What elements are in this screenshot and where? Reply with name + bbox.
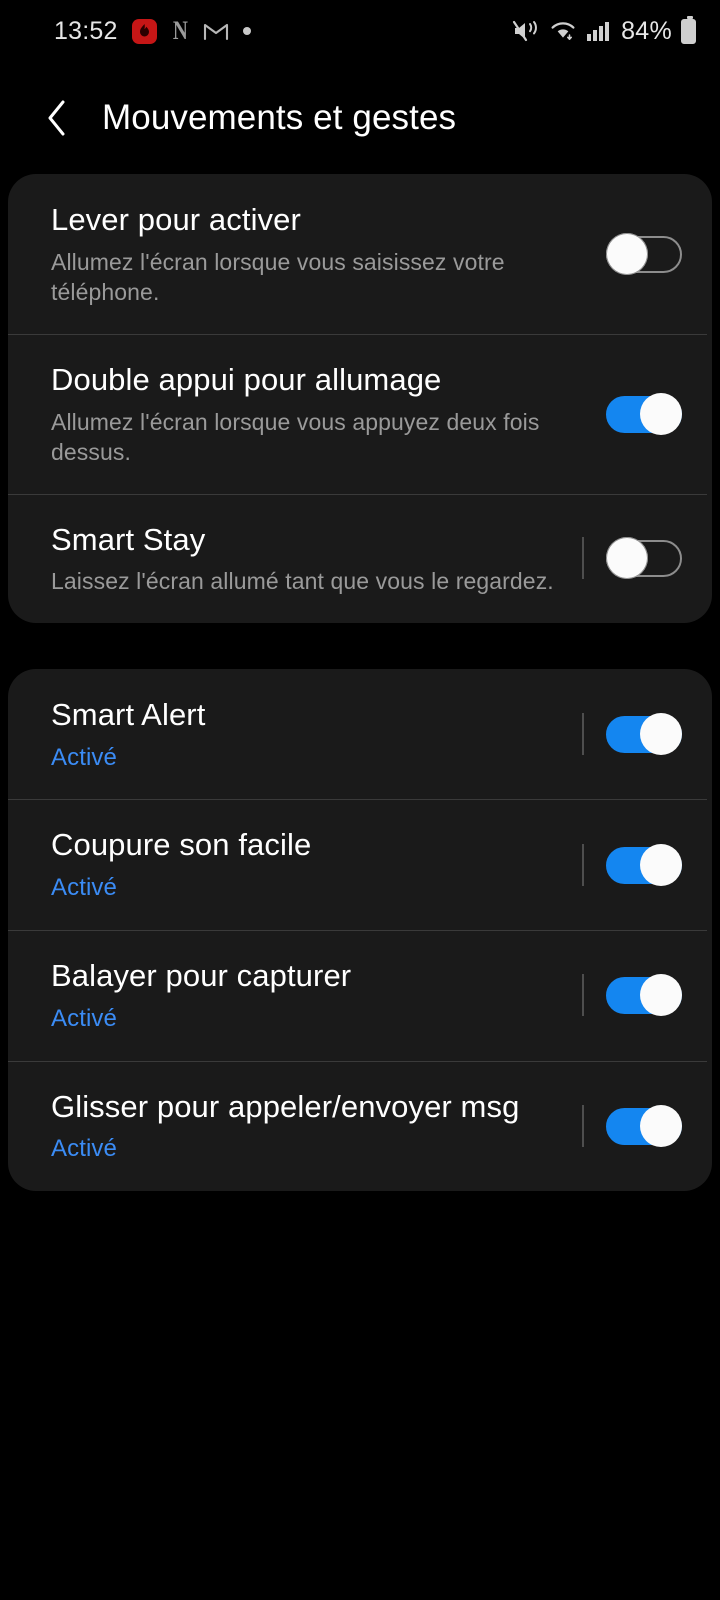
row-separator <box>582 974 584 1017</box>
toggle-knob <box>606 537 648 580</box>
setting-row-coupure-son-facile[interactable]: Coupure son facile Activé <box>8 799 712 930</box>
setting-row-smart-alert[interactable]: Smart Alert Activé <box>8 669 712 800</box>
status-bar: 13:52 N 84% <box>0 0 720 62</box>
row-status: Activé <box>51 743 117 771</box>
setting-row-double-appui-pour-allumage[interactable]: Double appui pour allumage Allumez l'écr… <box>8 333 712 494</box>
toggle-knob <box>640 974 682 1017</box>
setting-row-glisser-pour-appeler-envoyer-msg[interactable]: Glisser pour appeler/envoyer msg Activé <box>8 1060 712 1192</box>
row-text: Double appui pour allumage Allumez l'écr… <box>51 360 582 468</box>
toggle-knob <box>606 232 648 275</box>
page-title: Mouvements et gestes <box>102 98 457 137</box>
dot-icon <box>243 27 252 35</box>
settings-card-screen-wake: Lever pour activer Allumez l'écran lorsq… <box>8 174 712 623</box>
mute-vibrate-icon <box>512 19 540 43</box>
wifi-icon <box>549 19 577 43</box>
row-text: Balayer pour capturer Activé <box>51 956 582 1035</box>
toggle-double-appui-pour-allumage[interactable] <box>606 392 682 435</box>
row-separator <box>582 843 584 886</box>
app-flame-icon <box>131 18 157 44</box>
row-status: Activé <box>51 1004 117 1032</box>
settings-list: Lever pour activer Allumez l'écran lorsq… <box>0 174 720 1192</box>
row-separator <box>582 537 584 580</box>
row-title: Coupure son facile <box>51 827 312 863</box>
app-bar: Mouvements et gestes <box>0 62 720 174</box>
toggle-glisser-pour-appeler-envoyer-msg[interactable] <box>606 1104 682 1147</box>
row-text: Glisser pour appeler/envoyer msg Activé <box>51 1087 582 1166</box>
toggle-knob <box>640 392 682 435</box>
row-title: Smart Stay <box>51 521 206 557</box>
toggle-knob <box>640 713 682 756</box>
toggle-balayer-pour-capturer[interactable] <box>606 974 682 1017</box>
row-title: Lever pour activer <box>51 202 301 237</box>
setting-row-balayer-pour-capturer[interactable]: Balayer pour capturer Activé <box>8 930 712 1061</box>
row-text: Smart Alert Activé <box>51 695 582 774</box>
status-bar-left: 13:52 N <box>54 16 252 46</box>
toggle-smart-stay[interactable] <box>606 537 682 580</box>
row-subtitle: Allumez l'écran lorsque vous saisissez v… <box>51 248 505 306</box>
row-status: Activé <box>51 1135 117 1163</box>
row-title: Balayer pour capturer <box>51 958 352 994</box>
battery-percentage: 84% <box>621 16 672 45</box>
setting-row-lever-pour-activer[interactable]: Lever pour activer Allumez l'écran lorsq… <box>8 174 712 334</box>
row-text: Lever pour activer Allumez l'écran lorsq… <box>51 200 582 308</box>
row-status: Activé <box>51 874 117 902</box>
status-clock: 13:52 <box>54 16 118 45</box>
settings-card-motion-gestures: Smart Alert Activé Coupure son facile Ac… <box>8 668 712 1192</box>
row-title: Smart Alert <box>51 696 206 732</box>
row-text: Coupure son facile Activé <box>51 825 582 904</box>
row-subtitle: Allumez l'écran lorsque vous appuyez deu… <box>51 408 540 466</box>
toggle-lever-pour-activer[interactable] <box>606 232 682 275</box>
row-separator <box>582 1104 584 1147</box>
toggle-knob <box>640 843 682 886</box>
toggle-smart-alert[interactable] <box>606 713 682 756</box>
netflix-icon: N <box>172 16 188 45</box>
gmail-icon <box>203 21 229 41</box>
back-button[interactable] <box>40 96 74 140</box>
signal-icon <box>586 20 612 42</box>
row-subtitle: Laissez l'écran allumé tant que vous le … <box>51 568 554 595</box>
toggle-knob <box>640 1104 682 1147</box>
battery-icon <box>681 15 696 44</box>
chevron-left-icon <box>48 100 65 136</box>
toggle-coupure-son-facile[interactable] <box>606 843 682 886</box>
row-title: Glisser pour appeler/envoyer msg <box>51 1088 520 1124</box>
status-bar-right: 84% <box>512 15 696 46</box>
row-text: Smart Stay Laissez l'écran allumé tant q… <box>51 520 582 597</box>
row-title: Double appui pour allumage <box>51 361 442 397</box>
row-separator <box>582 713 584 756</box>
setting-row-smart-stay[interactable]: Smart Stay Laissez l'écran allumé tant q… <box>8 493 712 623</box>
